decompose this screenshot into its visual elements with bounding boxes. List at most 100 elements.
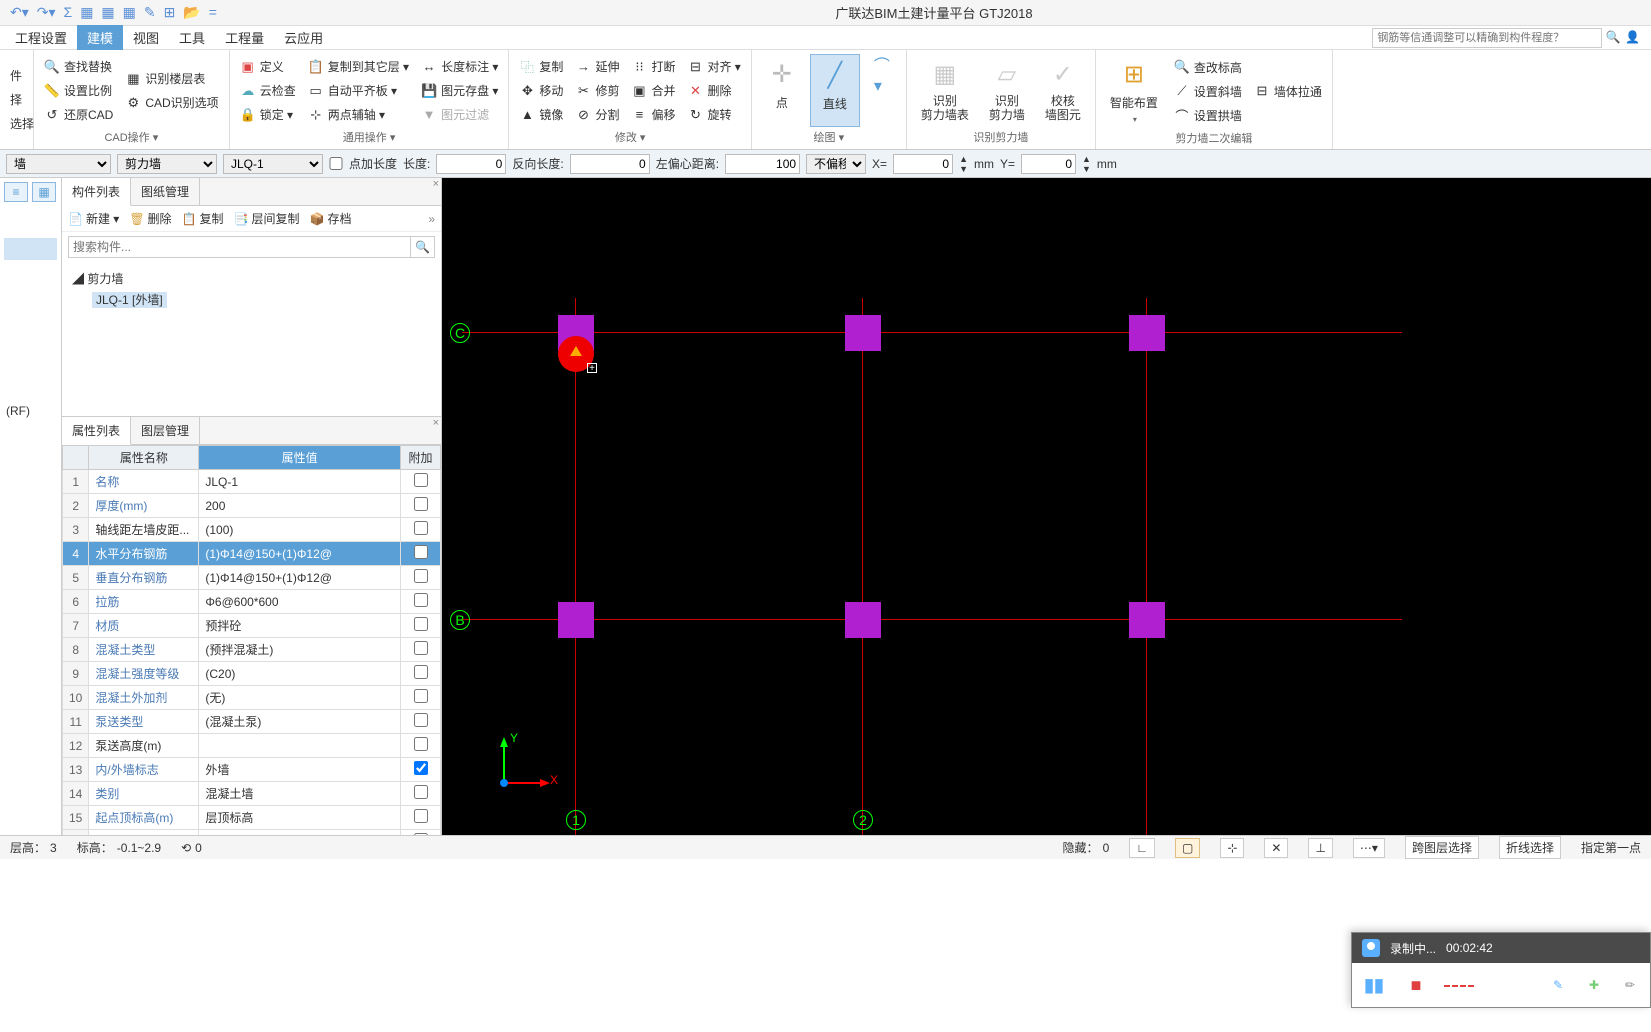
- property-row[interactable]: 12 泵送高度(m): [63, 734, 441, 758]
- rbtn-arc[interactable]: ⌒▾: [864, 54, 900, 127]
- rec-tool-pen[interactable]: ✎: [1546, 973, 1570, 997]
- rbtn-split[interactable]: ⊘分割: [571, 104, 623, 125]
- snap-more[interactable]: ⋯▾: [1353, 838, 1385, 858]
- prop-value[interactable]: 预拌砼: [199, 614, 401, 638]
- recorder-header[interactable]: 录制中... 00:02:42: [1352, 933, 1650, 963]
- rbtn-point[interactable]: ✛点: [758, 54, 806, 127]
- attach-checkbox[interactable]: [414, 593, 428, 607]
- floor-rf[interactable]: (RF): [4, 400, 57, 422]
- btn-copy[interactable]: 📋复制: [182, 210, 224, 227]
- attach-checkbox[interactable]: [414, 737, 428, 751]
- prop-value[interactable]: (1)Φ14@150+(1)Φ12@: [199, 566, 401, 590]
- sel-component[interactable]: JLQ-1: [223, 154, 323, 174]
- rbtn-find-replace[interactable]: 🔍查找替换: [40, 56, 117, 77]
- rbtn-floor-table[interactable]: ▦识别楼层表: [121, 68, 222, 89]
- view-grid-icon[interactable]: ▦: [32, 182, 56, 202]
- column-c3[interactable]: [1129, 315, 1165, 351]
- rbtn-elem-filter[interactable]: ▼图元过滤: [417, 104, 502, 125]
- prop-attach[interactable]: [401, 614, 441, 638]
- rbtn-elem-save[interactable]: 💾图元存盘 ▾: [417, 80, 502, 101]
- tab-drawings[interactable]: 图纸管理: [131, 178, 200, 205]
- prop-value[interactable]: 外墙: [199, 758, 401, 782]
- snap-cross[interactable]: ✕: [1264, 838, 1288, 858]
- rbtn-align[interactable]: ⊟对齐 ▾: [683, 56, 744, 77]
- prop-attach[interactable]: [401, 638, 441, 662]
- prop-attach[interactable]: [401, 758, 441, 782]
- attach-checkbox[interactable]: [414, 761, 428, 775]
- property-row[interactable]: 2 厚度(mm) 200: [63, 494, 441, 518]
- column-b3[interactable]: [1129, 602, 1165, 638]
- tab-components[interactable]: 构件列表: [62, 178, 131, 206]
- rbtn-smart-layout[interactable]: ⊞智能布置▾: [1102, 54, 1166, 128]
- menu-quantity[interactable]: 工程量: [215, 25, 274, 50]
- th-value[interactable]: 属性值: [199, 446, 401, 470]
- panel-close-icon[interactable]: ×: [433, 178, 439, 190]
- prop-value[interactable]: (混凝土泵): [199, 710, 401, 734]
- prop-attach[interactable]: [401, 662, 441, 686]
- stop-button[interactable]: ■: [1402, 971, 1430, 999]
- rbtn-move[interactable]: ✥移动: [515, 80, 567, 101]
- btn-delete[interactable]: 🗑删除: [129, 210, 171, 227]
- prop-attach[interactable]: [401, 518, 441, 542]
- property-row[interactable]: 15 起点顶标高(m) 层顶标高: [63, 806, 441, 830]
- sum-icon[interactable]: Σ: [64, 4, 73, 21]
- rbtn-cloud-check[interactable]: ☁云检查: [236, 80, 300, 101]
- prop-value[interactable]: (1)Φ14@150+(1)Φ12@: [199, 542, 401, 566]
- rbtn-trim[interactable]: ✂修剪: [571, 80, 623, 101]
- property-row[interactable]: 6 拉筋 Φ6@600*600: [63, 590, 441, 614]
- column-b2[interactable]: [845, 602, 881, 638]
- more-icon[interactable]: »: [428, 212, 435, 226]
- input-y[interactable]: [1021, 154, 1076, 174]
- property-row[interactable]: 14 类别 混凝土墙: [63, 782, 441, 806]
- rbtn-offset[interactable]: ≡偏移: [627, 104, 679, 125]
- ribbon-group-label[interactable]: CAD操作 ▾: [40, 127, 223, 145]
- rbtn-rotate[interactable]: ↻旋转: [683, 104, 744, 125]
- prop-attach[interactable]: [401, 734, 441, 758]
- equals-icon[interactable]: =: [209, 4, 217, 21]
- btn-floor-copy[interactable]: 📑层间复制: [234, 210, 300, 227]
- prop-value[interactable]: JLQ-1: [199, 470, 401, 494]
- rbtn-define[interactable]: ▣定义: [236, 56, 300, 77]
- prop-value[interactable]: [199, 734, 401, 758]
- property-row[interactable]: 5 垂直分布钢筋 (1)Φ14@150+(1)Φ12@: [63, 566, 441, 590]
- icon-1[interactable]: ▦: [80, 4, 93, 21]
- prop-attach[interactable]: [401, 686, 441, 710]
- floor-item[interactable]: [4, 238, 57, 260]
- property-row[interactable]: 4 水平分布钢筋 (1)Φ14@150+(1)Φ12@: [63, 542, 441, 566]
- attach-checkbox[interactable]: [414, 473, 428, 487]
- property-row[interactable]: 7 材质 预拌砼: [63, 614, 441, 638]
- view-list-icon[interactable]: ≡: [4, 182, 28, 202]
- menu-project-settings[interactable]: 工程设置: [5, 25, 77, 50]
- comp-search-input[interactable]: [68, 236, 411, 258]
- property-row[interactable]: 8 混凝土类型 (预拌混凝土): [63, 638, 441, 662]
- undo-icon[interactable]: ↶▾: [10, 4, 29, 21]
- attach-checkbox[interactable]: [414, 641, 428, 655]
- property-row[interactable]: 9 混凝土强度等级 (C20): [63, 662, 441, 686]
- attach-checkbox[interactable]: [414, 785, 428, 799]
- help-search-input[interactable]: [1372, 28, 1602, 48]
- attach-checkbox[interactable]: [414, 545, 428, 559]
- rbtn-set-arch[interactable]: ⌒设置拱墙: [1170, 105, 1246, 126]
- attach-checkbox[interactable]: [414, 497, 428, 511]
- rot-icon[interactable]: ⟲: [181, 841, 191, 855]
- ribbon-group-label[interactable]: 绘图 ▾: [758, 127, 900, 145]
- rbtn-break[interactable]: ⁝⁝打断: [627, 56, 679, 77]
- rbtn-wall-through[interactable]: ⊟墙体拉通: [1250, 81, 1326, 102]
- property-row[interactable]: 3 轴线距左墙皮距... (100): [63, 518, 441, 542]
- prop-value[interactable]: (预拌混凝土): [199, 638, 401, 662]
- ribbon-group-label[interactable]: 通用操作 ▾: [236, 127, 503, 145]
- input-length[interactable]: [436, 154, 506, 174]
- attach-checkbox[interactable]: [414, 617, 428, 631]
- prop-attach[interactable]: [401, 590, 441, 614]
- rbtn-two-axis[interactable]: ⊹两点辅轴 ▾: [304, 104, 413, 125]
- menu-modeling[interactable]: 建模: [77, 25, 123, 50]
- prop-value[interactable]: 层顶标高: [199, 830, 401, 836]
- tree-root[interactable]: ◢ 剪力墙: [72, 268, 431, 289]
- prop-value[interactable]: (100): [199, 518, 401, 542]
- pencil-icon[interactable]: ✎: [144, 4, 156, 21]
- snap-mid[interactable]: ⊥: [1308, 838, 1332, 858]
- prop-attach[interactable]: [401, 566, 441, 590]
- prop-close-icon[interactable]: ×: [433, 417, 439, 429]
- comp-search-btn[interactable]: 🔍: [411, 236, 435, 258]
- attach-checkbox[interactable]: [414, 689, 428, 703]
